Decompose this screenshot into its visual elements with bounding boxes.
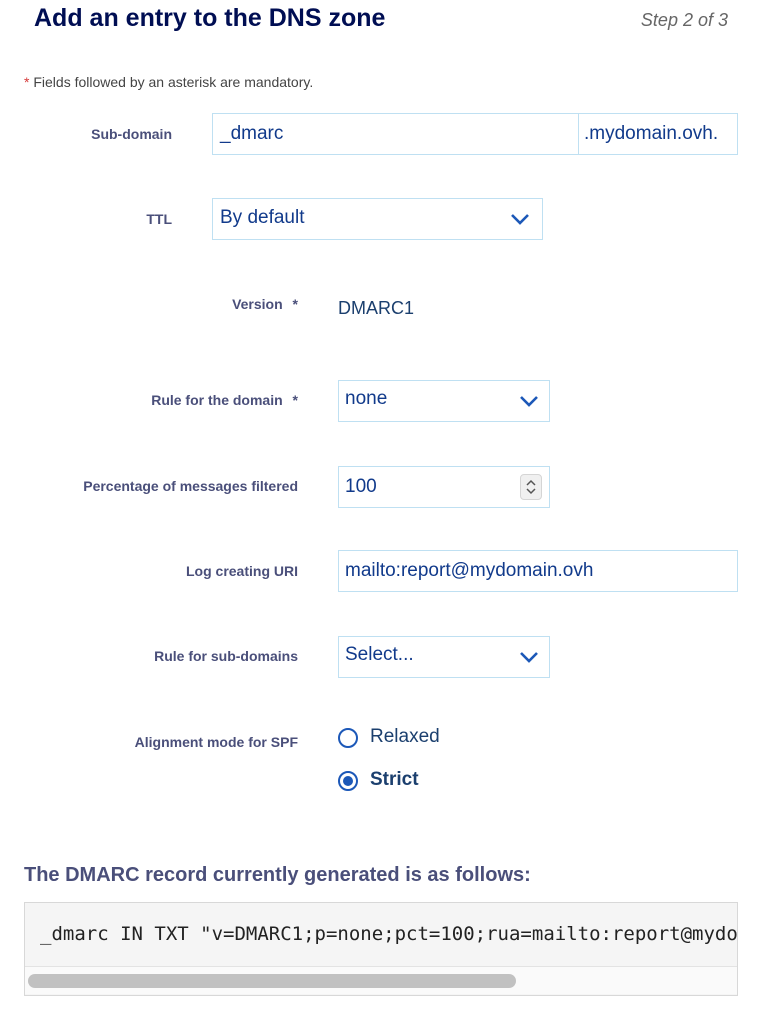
radio-button-strict[interactable] [338,771,358,791]
record-heading: The DMARC record currently generated is … [24,864,531,886]
log-uri-input-value: mailto:report@mydomain.ovh [345,560,594,581]
required-asterisk: * [292,296,298,312]
subdomain-suffix-text: .mydomain.ovh. [584,123,719,144]
mandatory-note: * Fields followed by an asterisk are man… [24,74,313,90]
domain-rule-label: Rule for the domain * [151,392,298,408]
number-stepper[interactable] [520,474,542,500]
chevron-down-icon [520,652,538,663]
ttl-select[interactable]: By default [212,198,543,240]
mandatory-note-text: Fields followed by an asterisk are manda… [33,74,314,90]
spf-alignment-label: Alignment mode for SPF [134,734,298,750]
percentage-input[interactable]: 100 [338,466,550,508]
domain-rule-label-text: Rule for the domain [151,392,283,408]
stepper-arrows-icon [526,479,536,495]
page-title: Add an entry to the DNS zone [34,4,386,32]
subdomain-rule-select-value: Select... [345,644,414,665]
log-uri-label: Log creating URI [185,563,298,579]
ttl-label: TTL [146,211,172,227]
horizontal-scrollbar[interactable] [25,966,737,994]
radio-button-relaxed[interactable] [338,728,358,748]
subdomain-rule-label: Rule for sub-domains [154,648,298,664]
chevron-down-icon [511,214,529,225]
domain-rule-select-value: none [345,388,388,409]
radio-label-relaxed: Relaxed [370,726,440,747]
asterisk-marker: * [24,74,30,90]
required-asterisk: * [292,392,298,408]
chevron-down-icon [520,396,538,407]
subdomain-label: Sub-domain [91,126,172,142]
record-code: _dmarc IN TXT "v=DMARC1;p=none;pct=100;r… [40,923,738,945]
subdomain-input[interactable]: _dmarc [212,113,579,155]
record-code-box: _dmarc IN TXT "v=DMARC1;p=none;pct=100;r… [24,902,738,996]
log-uri-input[interactable]: mailto:report@mydomain.ovh [338,550,738,592]
radio-option-relaxed[interactable]: Relaxed [338,726,538,750]
percentage-label: Percentage of messages filtered [83,478,298,494]
radio-option-strict[interactable]: Strict [338,769,538,793]
version-label-text: Version [232,296,283,312]
ttl-select-value: By default [220,207,305,228]
version-value: DMARC1 [338,298,415,318]
radio-label-strict: Strict [370,769,419,790]
subdomain-rule-select[interactable]: Select... [338,636,550,678]
domain-rule-select[interactable]: none [338,380,550,422]
scrollbar-thumb[interactable] [28,974,516,988]
subdomain-suffix: .mydomain.ovh. [578,113,738,155]
subdomain-input-value: _dmarc [220,123,284,144]
step-indicator: Step 2 of 3 [640,10,728,30]
version-label: Version * [232,296,298,312]
percentage-input-value: 100 [345,476,377,497]
